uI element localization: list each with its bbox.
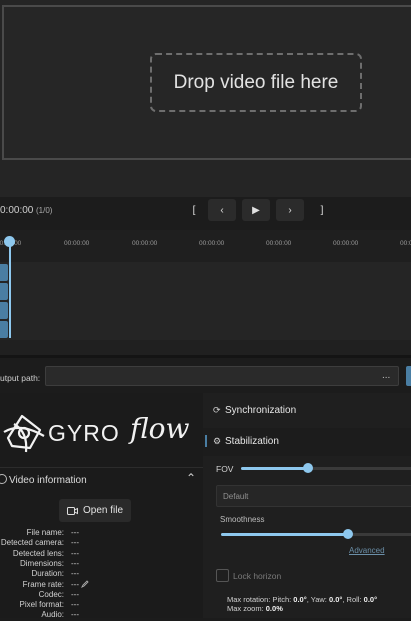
video-info-label: Audio:	[41, 610, 64, 620]
stabilization-section[interactable]: ⚙ Stabilization	[203, 428, 411, 456]
drop-zone-label: Drop video file here	[173, 71, 339, 93]
video-info-value: ---	[71, 548, 79, 558]
lock-horizon-label: Lock horizon	[233, 571, 282, 581]
set-in-point-button[interactable]: [	[180, 199, 208, 221]
video-info-row: File name: ---	[0, 528, 203, 538]
video-info-value: ---	[71, 610, 79, 620]
timecode: 0:00:00	[0, 205, 34, 216]
stabilization-icon: ⚙	[213, 436, 222, 446]
smoothing-method-value: Default	[223, 492, 249, 501]
video-camera-icon	[66, 506, 78, 515]
track-handle[interactable]	[0, 283, 8, 300]
smoothness-slider-fill	[221, 533, 348, 536]
video-info-value: ---	[71, 600, 79, 610]
timeline-tick-label: 00:00:00	[266, 240, 292, 247]
gyroflow-logo-icon	[3, 414, 45, 453]
video-info-title: Video information	[9, 475, 87, 486]
advanced-link[interactable]: Advanced	[349, 546, 385, 555]
max-zoom-readout: Max zoom: 0.0%	[227, 604, 283, 613]
video-info-row: Pixel format: ---	[0, 600, 203, 610]
video-info-value: ---	[71, 569, 79, 579]
timeline-tick-label: 00:00:00	[400, 240, 411, 247]
lock-horizon-checkbox[interactable]	[216, 569, 229, 582]
browse-output-button[interactable]: ...	[382, 370, 390, 381]
fov-slider-handle[interactable]	[302, 463, 313, 473]
panel-divider[interactable]	[0, 355, 411, 358]
video-info-value: ---	[71, 538, 79, 548]
timeline-tracks[interactable]	[0, 262, 411, 340]
logo-wordmark: GYRO	[48, 420, 120, 446]
timeline-tick-label: 00:00:00	[64, 240, 90, 247]
playhead-handle[interactable]	[4, 236, 15, 247]
timeline-tick-label: 00:00:00	[199, 240, 225, 247]
video-info-label: Dimensions:	[19, 558, 64, 568]
video-info-row: Audio: ---	[0, 610, 203, 620]
video-info-row: Detected lens: ---	[0, 549, 203, 559]
edit-icon[interactable]	[81, 580, 89, 588]
video-info-row: Detected camera: ---	[0, 538, 203, 548]
open-file-label: Open file	[82, 505, 124, 516]
max-rotation-readout: Max rotation: Pitch: 0.0°, Yaw: 0.0°, Ro…	[227, 595, 378, 604]
stabilization-title: Stabilization	[225, 436, 279, 447]
sync-icon: ⟳	[213, 405, 221, 415]
video-info-row: Codec: ---	[0, 590, 203, 600]
drop-zone[interactable]: Drop video file here	[150, 53, 362, 112]
video-info-label: Duration:	[31, 569, 64, 579]
render-button[interactable]	[406, 366, 411, 386]
video-info-label: Detected camera:	[0, 538, 64, 548]
output-path-label: utput path:	[0, 373, 41, 383]
synchronization-title: Synchronization	[225, 405, 297, 416]
chevron-up-icon[interactable]: ⌃	[186, 471, 196, 485]
play-button[interactable]: ▶	[242, 199, 270, 221]
video-info-label: Codec:	[38, 589, 64, 599]
playhead-line[interactable]	[9, 238, 11, 338]
active-section-indicator	[205, 435, 207, 447]
smoothness-slider-handle[interactable]	[342, 529, 353, 539]
open-file-button[interactable]: Open file	[59, 499, 131, 522]
video-info-value: ---	[71, 589, 79, 599]
synchronization-section[interactable]: ⟳ Synchronization	[203, 397, 411, 425]
video-info-label: Pixel format:	[19, 600, 64, 610]
timeline-tick-label: 00:00:00	[333, 240, 359, 247]
video-info-row: Dimensions: ---	[0, 559, 203, 569]
output-path-input[interactable]	[45, 366, 399, 386]
video-info-label: Frame rate:	[22, 579, 64, 589]
previous-frame-button[interactable]: ‹	[208, 199, 236, 221]
video-info-label: File name:	[26, 528, 64, 537]
video-info-value: ---	[71, 579, 79, 589]
logo-script: flow	[130, 412, 190, 445]
set-out-point-button[interactable]: ]	[308, 199, 336, 221]
track-handle[interactable]	[0, 321, 8, 338]
video-info-row: Frame rate: ---	[0, 580, 203, 590]
smoothness-label: Smoothness	[220, 515, 265, 524]
video-info-value: ---	[71, 528, 79, 537]
fov-slider-fill	[241, 467, 308, 470]
video-info-row: Duration: ---	[0, 569, 203, 579]
frame-counter: (1/0)	[36, 206, 53, 215]
next-frame-button[interactable]: ›	[276, 199, 304, 221]
fov-label: FOV	[216, 464, 234, 474]
video-info-value: ---	[71, 558, 79, 568]
video-info-label: Detected lens:	[12, 548, 64, 558]
track-handle[interactable]	[0, 264, 8, 281]
timeline-tick-label: 00:00:00	[132, 240, 158, 247]
track-handle[interactable]	[0, 302, 8, 319]
